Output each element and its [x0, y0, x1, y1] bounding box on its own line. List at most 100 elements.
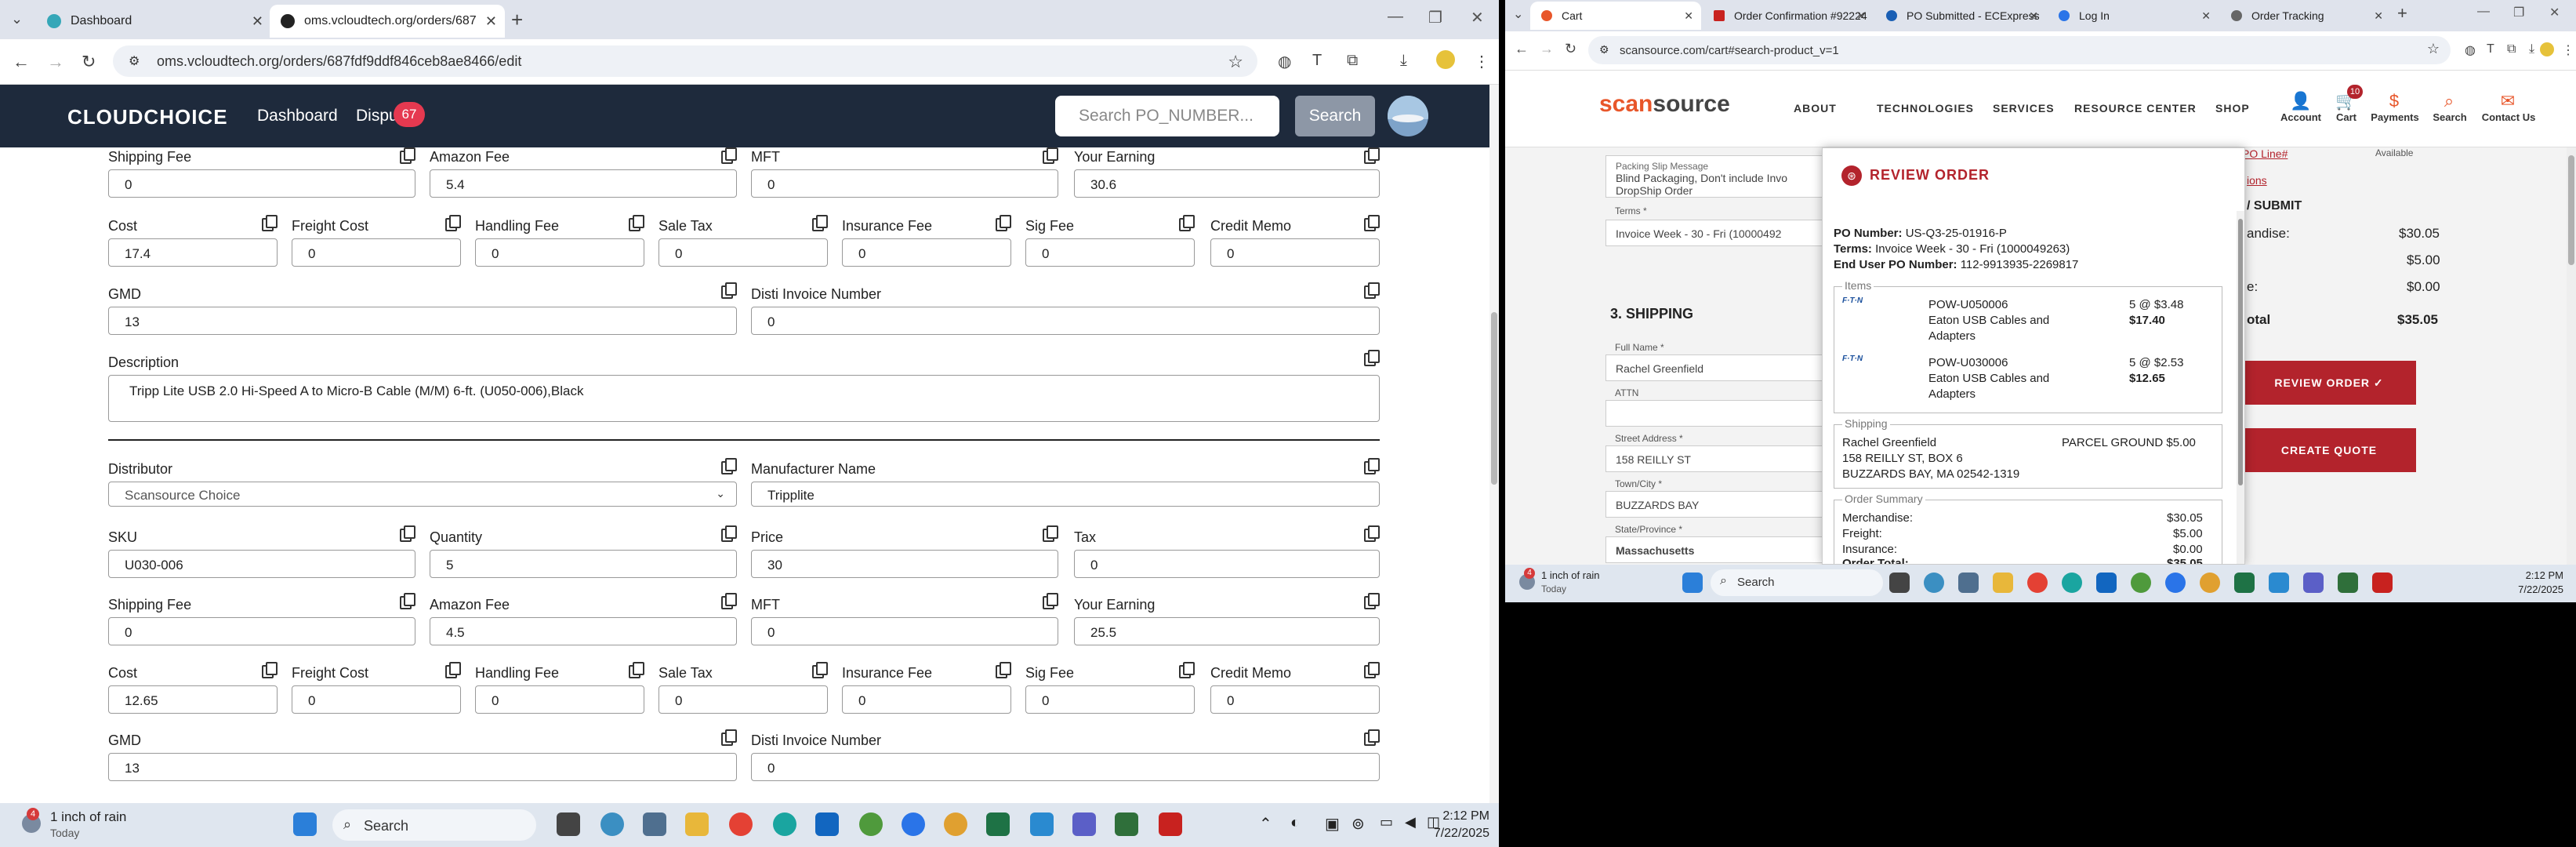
scansource-logo[interactable]: scansource	[1599, 91, 1730, 118]
site-info-icon[interactable]: ⚙	[1599, 43, 1609, 56]
tab-list-icon[interactable]: ⌄	[11, 11, 23, 27]
spreadsheet-icon[interactable]	[2338, 573, 2358, 593]
restore-icon[interactable]: ❐	[2513, 5, 2524, 20]
packing-slip-field[interactable]: Packing Slip Message Blind Packaging, Do…	[1605, 155, 1825, 198]
input-amazon-fee[interactable]: 5.4	[430, 169, 737, 198]
tab-order-confirmation[interactable]: Order Confirmation #92224 ✕	[1703, 2, 1874, 30]
new-tab-icon[interactable]: +	[511, 8, 523, 32]
nav-services[interactable]: SERVICES	[1993, 102, 2055, 115]
input-price[interactable]: 30	[751, 550, 1058, 578]
copy-icon[interactable]	[1364, 147, 1380, 164]
input-insurance-fee[interactable]: 0	[842, 238, 1011, 267]
copy-icon[interactable]	[445, 662, 461, 678]
modal-scrollbar[interactable]	[2237, 211, 2244, 564]
copy-icon[interactable]	[721, 458, 737, 474]
search-label[interactable]: Search	[2422, 111, 2477, 123]
input-freight-cost[interactable]: 0	[292, 238, 461, 267]
street-field[interactable]: 158 REILLY ST	[1605, 445, 1825, 472]
download-icon[interactable]: ⤓	[2529, 42, 2534, 56]
search-button[interactable]: Search	[1295, 96, 1375, 136]
tab-cart[interactable]: Cart ✕	[1530, 2, 1701, 30]
forward-icon[interactable]: →	[47, 52, 64, 72]
nav-shop[interactable]: SHOP	[2215, 102, 2250, 115]
excel-icon[interactable]	[986, 812, 1010, 836]
close-window-icon[interactable]: ✕	[2549, 5, 2560, 20]
taskbar-time[interactable]: 2:12 PM	[2493, 569, 2563, 581]
outlook-icon[interactable]	[2096, 573, 2117, 593]
distributor-select[interactable]: Scansource Choice ⌄	[108, 482, 737, 507]
avatar[interactable]	[1388, 96, 1428, 136]
chrome-icon-2[interactable]	[944, 812, 967, 836]
teams-icon[interactable]	[1072, 812, 1096, 836]
copy-icon[interactable]	[1179, 662, 1195, 678]
chrome-icon[interactable]	[2027, 573, 2048, 593]
description-textarea[interactable]: Tripp Lite USB 2.0 Hi-Speed A to Micro-B…	[108, 375, 1380, 422]
reader-icon[interactable]: T	[2487, 42, 2494, 56]
taskbar-search[interactable]: ⌕ Search	[332, 809, 536, 841]
input-sku[interactable]: U030-006	[108, 550, 415, 578]
back-icon[interactable]: ←	[13, 52, 30, 72]
translate-icon[interactable]: ◍	[1278, 52, 1291, 71]
copy-icon[interactable]	[1364, 593, 1380, 609]
chrome-profile-icon[interactable]	[2131, 573, 2151, 593]
po-line-link[interactable]: PO Line#	[2242, 147, 2288, 160]
cart-label[interactable]: Cart	[2327, 111, 2366, 123]
remote-desktop-icon[interactable]	[1030, 812, 1054, 836]
tray-icon[interactable]: ◐	[1290, 814, 1300, 832]
profile-icon[interactable]	[2540, 42, 2554, 56]
input-manufacturer[interactable]: Tripplite	[751, 482, 1380, 507]
tab-order-tracking[interactable]: Order Tracking ✕	[2220, 2, 2391, 30]
new-tab-icon[interactable]: +	[2397, 3, 2407, 24]
input-credit-memo-2[interactable]: 0	[1210, 685, 1380, 714]
tab-dashboard[interactable]: Dashboard ✕	[36, 5, 271, 38]
taskbar-date[interactable]: 7/22/2025	[2493, 583, 2563, 595]
copy-icon[interactable]	[1364, 729, 1380, 746]
close-icon[interactable]: ✕	[485, 13, 497, 30]
options-link[interactable]: ions	[2247, 174, 2267, 187]
terms-field[interactable]: Invoice Week - 30 - Fri (10000492	[1605, 220, 1825, 246]
input-freight-cost-2[interactable]: 0	[292, 685, 461, 714]
chrome-icon-2[interactable]	[2200, 573, 2220, 593]
site-scrollbar[interactable]	[2567, 147, 2576, 565]
copy-icon[interactable]	[1364, 525, 1380, 542]
calculator-icon[interactable]	[643, 812, 666, 836]
copy-icon[interactable]	[1364, 350, 1380, 366]
calculator-icon[interactable]	[1958, 573, 1979, 593]
close-window-icon[interactable]: ✕	[1471, 8, 1484, 27]
copy-icon[interactable]	[1364, 662, 1380, 678]
town-field[interactable]: BUZZARDS BAY	[1605, 491, 1825, 518]
copy-icon[interactable]	[1364, 215, 1380, 231]
close-icon[interactable]: ✕	[2374, 9, 2383, 23]
forward-icon[interactable]: →	[1540, 41, 1554, 57]
reader-icon[interactable]: T	[1312, 52, 1322, 70]
input-disti-invoice[interactable]: 0	[751, 307, 1380, 335]
edge-beta-icon[interactable]	[600, 812, 624, 836]
review-order-button[interactable]: REVIEW ORDER ✓	[2242, 361, 2416, 405]
more-menu-icon[interactable]: ⋮	[2562, 42, 2574, 58]
state-field[interactable]: Massachusetts	[1605, 536, 1825, 563]
copy-icon[interactable]	[1179, 215, 1195, 231]
taskbar-time[interactable]: 2:12 PM	[1411, 809, 1489, 823]
back-icon[interactable]: ←	[1515, 41, 1529, 57]
restore-icon[interactable]: ❐	[1428, 8, 1442, 27]
copy-icon[interactable]	[262, 662, 278, 678]
input-sale-tax-2[interactable]: 0	[659, 685, 828, 714]
windows-start-icon[interactable]	[1682, 573, 1703, 593]
acrobat-icon[interactable]	[1159, 812, 1182, 836]
taskbar-date[interactable]: 7/22/2025	[1411, 827, 1489, 841]
edge-icon[interactable]	[773, 812, 796, 836]
input-sig-fee[interactable]: 0	[1025, 238, 1195, 267]
copy-icon[interactable]	[812, 662, 828, 678]
input-gmd-2[interactable]: 13	[108, 753, 737, 781]
windows-start-icon[interactable]	[293, 812, 317, 836]
url-field[interactable]: ⚙ scansource.com/cart#search-product_v=1…	[1588, 36, 2451, 64]
input-credit-memo[interactable]: 0	[1210, 238, 1380, 267]
input-insurance-fee-2[interactable]: 0	[842, 685, 1011, 714]
input-cost[interactable]: 17.4	[108, 238, 278, 267]
bookmark-star-icon[interactable]: ☆	[1228, 52, 1243, 72]
task-view-icon[interactable]	[557, 812, 580, 836]
outlook-icon[interactable]	[815, 812, 839, 836]
close-icon[interactable]: ✕	[2029, 9, 2038, 23]
input-gmd[interactable]: 13	[108, 307, 737, 335]
minimize-icon[interactable]: —	[2477, 5, 2490, 19]
